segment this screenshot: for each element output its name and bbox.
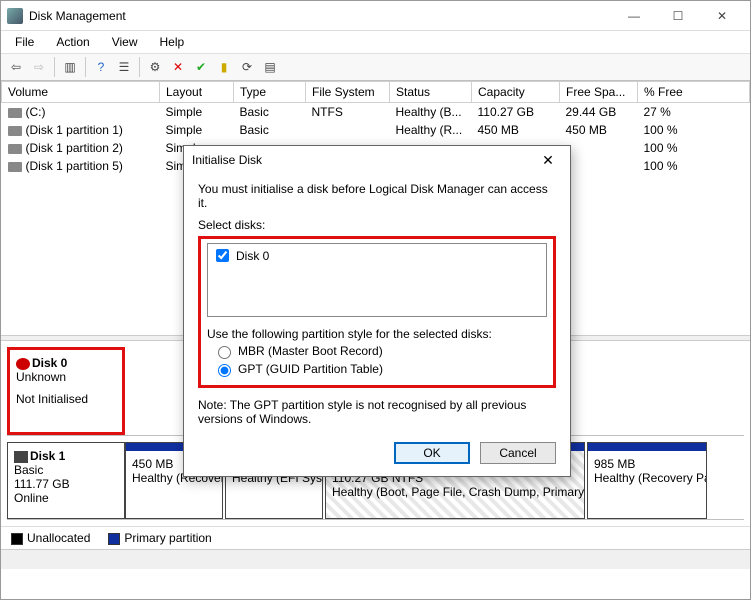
gpt-radio[interactable] <box>218 364 231 377</box>
disk-error-icon <box>16 358 30 370</box>
disk1-name: Disk 1 <box>30 449 65 463</box>
ok-button[interactable]: OK <box>394 442 470 464</box>
col-volume[interactable]: Volume <box>2 82 160 103</box>
menu-action[interactable]: Action <box>46 33 99 51</box>
forward-button[interactable]: ⇨ <box>28 56 50 78</box>
disk0-checkbox[interactable] <box>216 249 229 262</box>
dialog-titlebar[interactable]: Initialise Disk ✕ <box>184 146 570 174</box>
mbr-label: MBR (Master Boot Record) <box>238 344 383 358</box>
col-fs[interactable]: File System <box>306 82 390 103</box>
dialog-title: Initialise Disk <box>192 153 534 167</box>
back-button[interactable]: ⇦ <box>5 56 27 78</box>
disk1-status: Online <box>14 491 118 505</box>
menu-file[interactable]: File <box>5 33 44 51</box>
dialog-note: Note: The GPT partition style is not rec… <box>198 398 556 426</box>
dialog-red-frame: Disk 0 Use the following partition style… <box>198 236 556 388</box>
maximize-button[interactable]: ☐ <box>656 2 700 30</box>
mbr-radio[interactable] <box>218 346 231 359</box>
initialise-disk-dialog: Initialise Disk ✕ You must initialise a … <box>183 145 571 477</box>
dialog-close-button[interactable]: ✕ <box>534 152 562 169</box>
volume-icon <box>8 108 22 118</box>
disk0-type: Unknown <box>16 370 116 384</box>
menu-bar: File Action View Help <box>1 31 750 53</box>
help-button[interactable]: ? <box>90 56 112 78</box>
volume-icon <box>8 126 22 136</box>
disk0-checkbox-row[interactable]: Disk 0 <box>212 246 542 265</box>
refresh-button[interactable]: ⟳ <box>236 56 258 78</box>
gpt-label: GPT (GUID Partition Table) <box>238 362 383 376</box>
disk1-info[interactable]: Disk 1 Basic 111.77 GB Online <box>7 442 125 519</box>
col-layout[interactable]: Layout <box>160 82 234 103</box>
disk1-size: 111.77 GB <box>14 477 118 491</box>
partition-style-label: Use the following partition style for th… <box>207 327 547 341</box>
disk0-info[interactable]: Disk 0 Unknown Not Initialised <box>7 347 125 435</box>
legend-unalloc: Unallocated <box>27 531 90 545</box>
legend-primary-swatch <box>108 533 120 545</box>
col-pct[interactable]: % Free <box>638 82 750 103</box>
divider <box>85 57 86 77</box>
check-button[interactable]: ✔ <box>190 56 212 78</box>
legend: Unallocated Primary partition <box>1 526 750 549</box>
dialog-message: You must initialise a disk before Logica… <box>198 182 556 210</box>
list-button[interactable]: ▤ <box>259 56 281 78</box>
delete-button[interactable]: ✕ <box>167 56 189 78</box>
close-button[interactable]: ✕ <box>700 2 744 30</box>
title-bar: Disk Management — ☐ ✕ <box>1 1 750 31</box>
status-bar <box>1 549 750 569</box>
app-icon <box>7 8 23 24</box>
toolbar: ⇦ ⇨ ▥ ? ☰ ⚙ ✕ ✔ ▮ ⟳ ▤ <box>1 53 750 81</box>
mbr-radio-row[interactable]: MBR (Master Boot Record) <box>213 343 547 359</box>
col-free[interactable]: Free Spa... <box>560 82 638 103</box>
gpt-radio-row[interactable]: GPT (GUID Partition Table) <box>213 361 547 377</box>
divider <box>54 57 55 77</box>
legend-primary: Primary partition <box>124 531 211 545</box>
col-capacity[interactable]: Capacity <box>472 82 560 103</box>
menu-view[interactable]: View <box>102 33 148 51</box>
table-row[interactable]: (C:)SimpleBasicNTFSHealthy (B...110.27 G… <box>2 103 750 122</box>
volume-icon <box>8 144 22 154</box>
properties-button[interactable]: ☰ <box>113 56 135 78</box>
menu-help[interactable]: Help <box>150 33 195 51</box>
disk1-type: Basic <box>14 463 118 477</box>
minimize-button[interactable]: — <box>612 2 656 30</box>
divider <box>139 57 140 77</box>
disk0-status: Not Initialised <box>16 392 116 406</box>
select-disks-label: Select disks: <box>198 218 556 232</box>
col-type[interactable]: Type <box>234 82 306 103</box>
window-title: Disk Management <box>29 9 612 23</box>
legend-unalloc-swatch <box>11 533 23 545</box>
table-row[interactable]: (Disk 1 partition 1)SimpleBasicHealthy (… <box>2 121 750 139</box>
settings-button[interactable]: ⚙ <box>144 56 166 78</box>
new-button[interactable]: ▮ <box>213 56 235 78</box>
disk-select-list[interactable]: Disk 0 <box>207 243 547 317</box>
disk0-option-label: Disk 0 <box>236 249 269 263</box>
partition[interactable]: 985 MBHealthy (Recovery Partition) <box>587 442 707 519</box>
volume-icon <box>8 162 22 172</box>
disk0-name: Disk 0 <box>32 356 67 370</box>
cancel-button[interactable]: Cancel <box>480 442 556 464</box>
disk-icon <box>14 451 28 463</box>
show-hide-button[interactable]: ▥ <box>59 56 81 78</box>
col-status[interactable]: Status <box>390 82 472 103</box>
